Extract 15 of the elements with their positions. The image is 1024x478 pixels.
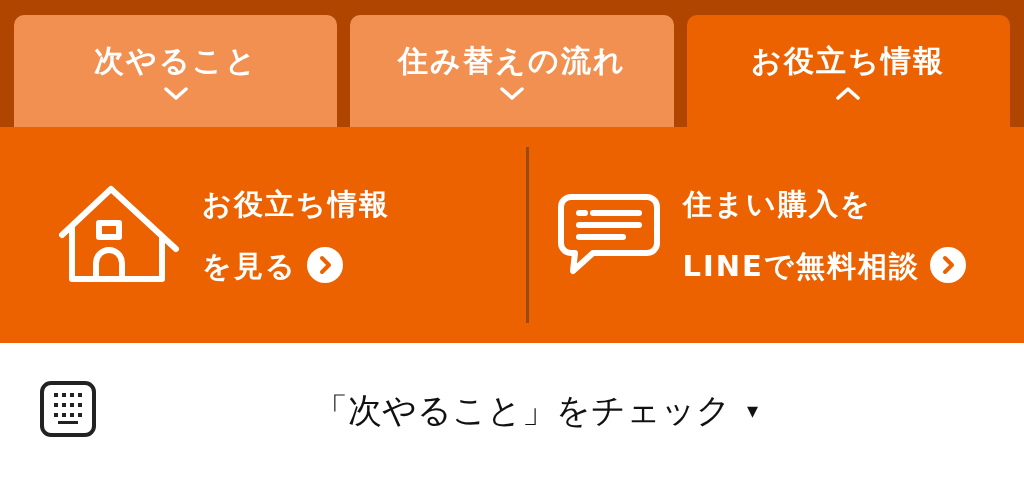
menu-tab[interactable]: 住み替えの流れ (350, 15, 674, 127)
menu-tab[interactable]: お役立ち情報 (686, 15, 1010, 127)
arrow-circle-icon (307, 247, 343, 283)
menu-link[interactable]: 住まい購入を LINEで無料相談 (682, 173, 966, 297)
dropdown-caret[interactable]: ▾ (746, 398, 758, 423)
chevron-icon (163, 86, 188, 101)
keyboard-icon[interactable] (40, 381, 96, 437)
chevron-icon (836, 86, 861, 101)
menu-title[interactable]: 「次やること」をチェック (313, 387, 731, 434)
menu-link[interactable]: お役立ち情報 を見る (202, 173, 390, 297)
house-icon (58, 185, 180, 285)
chevron-icon (500, 86, 524, 101)
arrow-circle-icon (929, 247, 966, 283)
chat-icon (556, 193, 661, 277)
menu-tab[interactable]: 次やること (14, 15, 338, 127)
